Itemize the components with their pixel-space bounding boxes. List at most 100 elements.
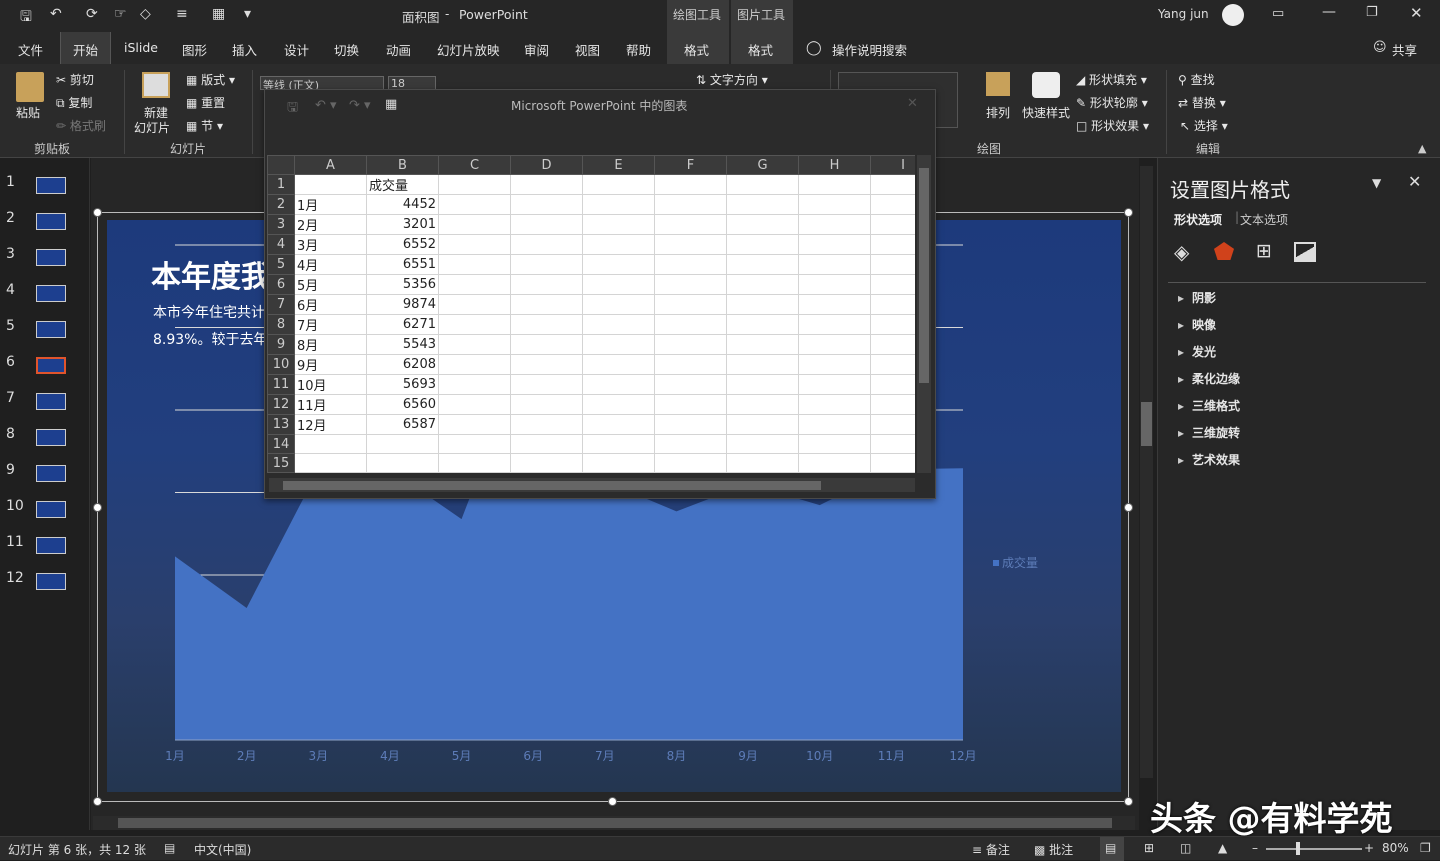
slide-thumbnail[interactable]	[36, 573, 66, 590]
cell-empty[interactable]	[654, 174, 727, 195]
cell-empty[interactable]	[870, 234, 915, 255]
cell-empty[interactable]	[798, 434, 871, 454]
cell-b[interactable]: 6552	[366, 234, 439, 255]
zoom-level[interactable]: 80%	[1382, 841, 1409, 855]
user-name[interactable]: Yang jun	[1158, 7, 1209, 21]
sheet-vertical-scroll-thumb[interactable]	[919, 168, 929, 383]
vertical-scrollbar[interactable]	[1140, 166, 1153, 778]
vertical-scroll-thumb[interactable]	[1141, 402, 1152, 446]
quick-styles-icon[interactable]	[1032, 72, 1060, 98]
edit-in-excel-icon[interactable]: ▦	[385, 97, 397, 112]
cell-empty[interactable]	[726, 374, 799, 395]
cell-empty[interactable]	[870, 294, 915, 315]
cell-empty[interactable]	[438, 414, 511, 435]
cell-empty[interactable]	[870, 434, 915, 454]
text-direction-button[interactable]: ⇅ 文字方向 ▾	[696, 71, 768, 88]
cell-a[interactable]: 5月	[294, 274, 367, 295]
cell-empty[interactable]	[870, 214, 915, 235]
tab-view[interactable]: 视图	[575, 40, 600, 59]
cell-empty[interactable]	[870, 334, 915, 355]
tab-shapes[interactable]: 图形	[182, 40, 207, 59]
cell-empty[interactable]	[870, 374, 915, 395]
cell-empty[interactable]	[582, 394, 655, 415]
zoom-in-icon[interactable]: +	[1364, 841, 1374, 855]
column-header[interactable]: D	[510, 155, 583, 175]
shape-icon[interactable]: ◇	[140, 6, 151, 22]
cell-empty[interactable]	[798, 234, 871, 255]
cell-empty[interactable]	[438, 174, 511, 195]
customize-qat-icon[interactable]: ▾	[244, 6, 251, 22]
minimize-icon[interactable]: —	[1322, 4, 1336, 20]
cell-b[interactable]: 4452	[366, 194, 439, 215]
row-header[interactable]: 4	[267, 234, 295, 255]
cell-empty[interactable]	[510, 434, 583, 454]
fit-slide-icon[interactable]: ❐	[1420, 841, 1431, 855]
cell-empty[interactable]	[582, 354, 655, 375]
paste-icon[interactable]	[16, 72, 44, 102]
cell-empty[interactable]	[654, 294, 727, 315]
effects-icon[interactable]	[1214, 242, 1234, 260]
cell-a[interactable]: 6月	[294, 294, 367, 315]
cell-empty[interactable]	[798, 294, 871, 315]
slide-thumbnail[interactable]	[36, 321, 66, 338]
horizontal-scroll-thumb[interactable]	[118, 818, 1112, 828]
resize-handle[interactable]	[1124, 208, 1133, 217]
pane-section[interactable]: 三维格式	[1178, 397, 1240, 414]
cell-empty[interactable]	[582, 434, 655, 454]
ribbon-display-icon[interactable]: ▭	[1272, 6, 1284, 21]
cell-empty[interactable]	[510, 334, 583, 355]
select-button[interactable]: ↖ 选择 ▾	[1180, 117, 1228, 134]
share-button[interactable]: 共享	[1392, 40, 1417, 59]
cell-empty[interactable]	[510, 314, 583, 335]
cell-empty[interactable]	[438, 214, 511, 235]
cell-empty[interactable]	[438, 314, 511, 335]
cell-empty[interactable]	[654, 194, 727, 215]
cell-empty[interactable]	[438, 274, 511, 295]
cell-a[interactable]: 7月	[294, 314, 367, 335]
pane-close-icon[interactable]: ✕	[1408, 172, 1421, 191]
column-header[interactable]: E	[582, 155, 655, 175]
cell-empty[interactable]	[582, 414, 655, 435]
pane-section[interactable]: 阴影	[1178, 289, 1216, 306]
copy-button[interactable]: ⧉ 复制	[56, 94, 92, 111]
cell-b[interactable]: 6208	[366, 354, 439, 375]
cell-empty[interactable]	[726, 234, 799, 255]
cell-empty[interactable]	[870, 354, 915, 375]
close-icon[interactable]: ✕	[1410, 4, 1423, 22]
find-button[interactable]: ⚲ 查找	[1178, 71, 1215, 88]
slide-thumbnail[interactable]	[36, 285, 66, 302]
cell-empty[interactable]	[510, 374, 583, 395]
cell-empty[interactable]	[726, 472, 799, 473]
row-header[interactable]: 7	[267, 294, 295, 315]
font-name-select[interactable]: 等线 (正文)	[260, 76, 384, 90]
collapse-ribbon-icon[interactable]: ▲	[1418, 142, 1426, 155]
slide-thumbnail[interactable]	[36, 537, 66, 554]
slide-thumbnail[interactable]	[36, 465, 66, 482]
cell-empty[interactable]	[798, 453, 871, 473]
cell-empty[interactable]	[870, 472, 915, 473]
cell-empty[interactable]	[582, 374, 655, 395]
cell-empty[interactable]	[438, 472, 511, 473]
cell-empty[interactable]	[438, 254, 511, 275]
size-properties-icon[interactable]: ⊞	[1256, 240, 1272, 262]
save-icon[interactable]: 🖫	[20, 6, 32, 30]
cell-empty[interactable]	[654, 414, 727, 435]
redo-icon[interactable]: ⟳	[86, 6, 98, 22]
restore-icon[interactable]: ❐	[1366, 5, 1378, 20]
tab-shape-options[interactable]: 形状选项	[1174, 211, 1222, 228]
cell-empty[interactable]	[870, 314, 915, 335]
resize-handle[interactable]	[93, 797, 102, 806]
sheet-redo-icon[interactable]: ↷ ▾	[349, 98, 371, 113]
zoom-slider[interactable]	[1266, 848, 1362, 850]
cell-empty[interactable]	[438, 294, 511, 315]
cell-empty[interactable]	[798, 354, 871, 375]
slideshow-icon[interactable]: ▲	[1218, 841, 1227, 855]
cell-b[interactable]: 6587	[366, 414, 439, 435]
slide-sorter-icon[interactable]: ⊞	[1144, 841, 1154, 855]
cell-empty[interactable]	[726, 254, 799, 275]
cell-empty[interactable]	[438, 234, 511, 255]
cell-empty[interactable]	[654, 434, 727, 454]
cell-b[interactable]: 6271	[366, 314, 439, 335]
zoom-out-icon[interactable]: –	[1252, 841, 1258, 855]
row-header[interactable]: 6	[267, 274, 295, 295]
